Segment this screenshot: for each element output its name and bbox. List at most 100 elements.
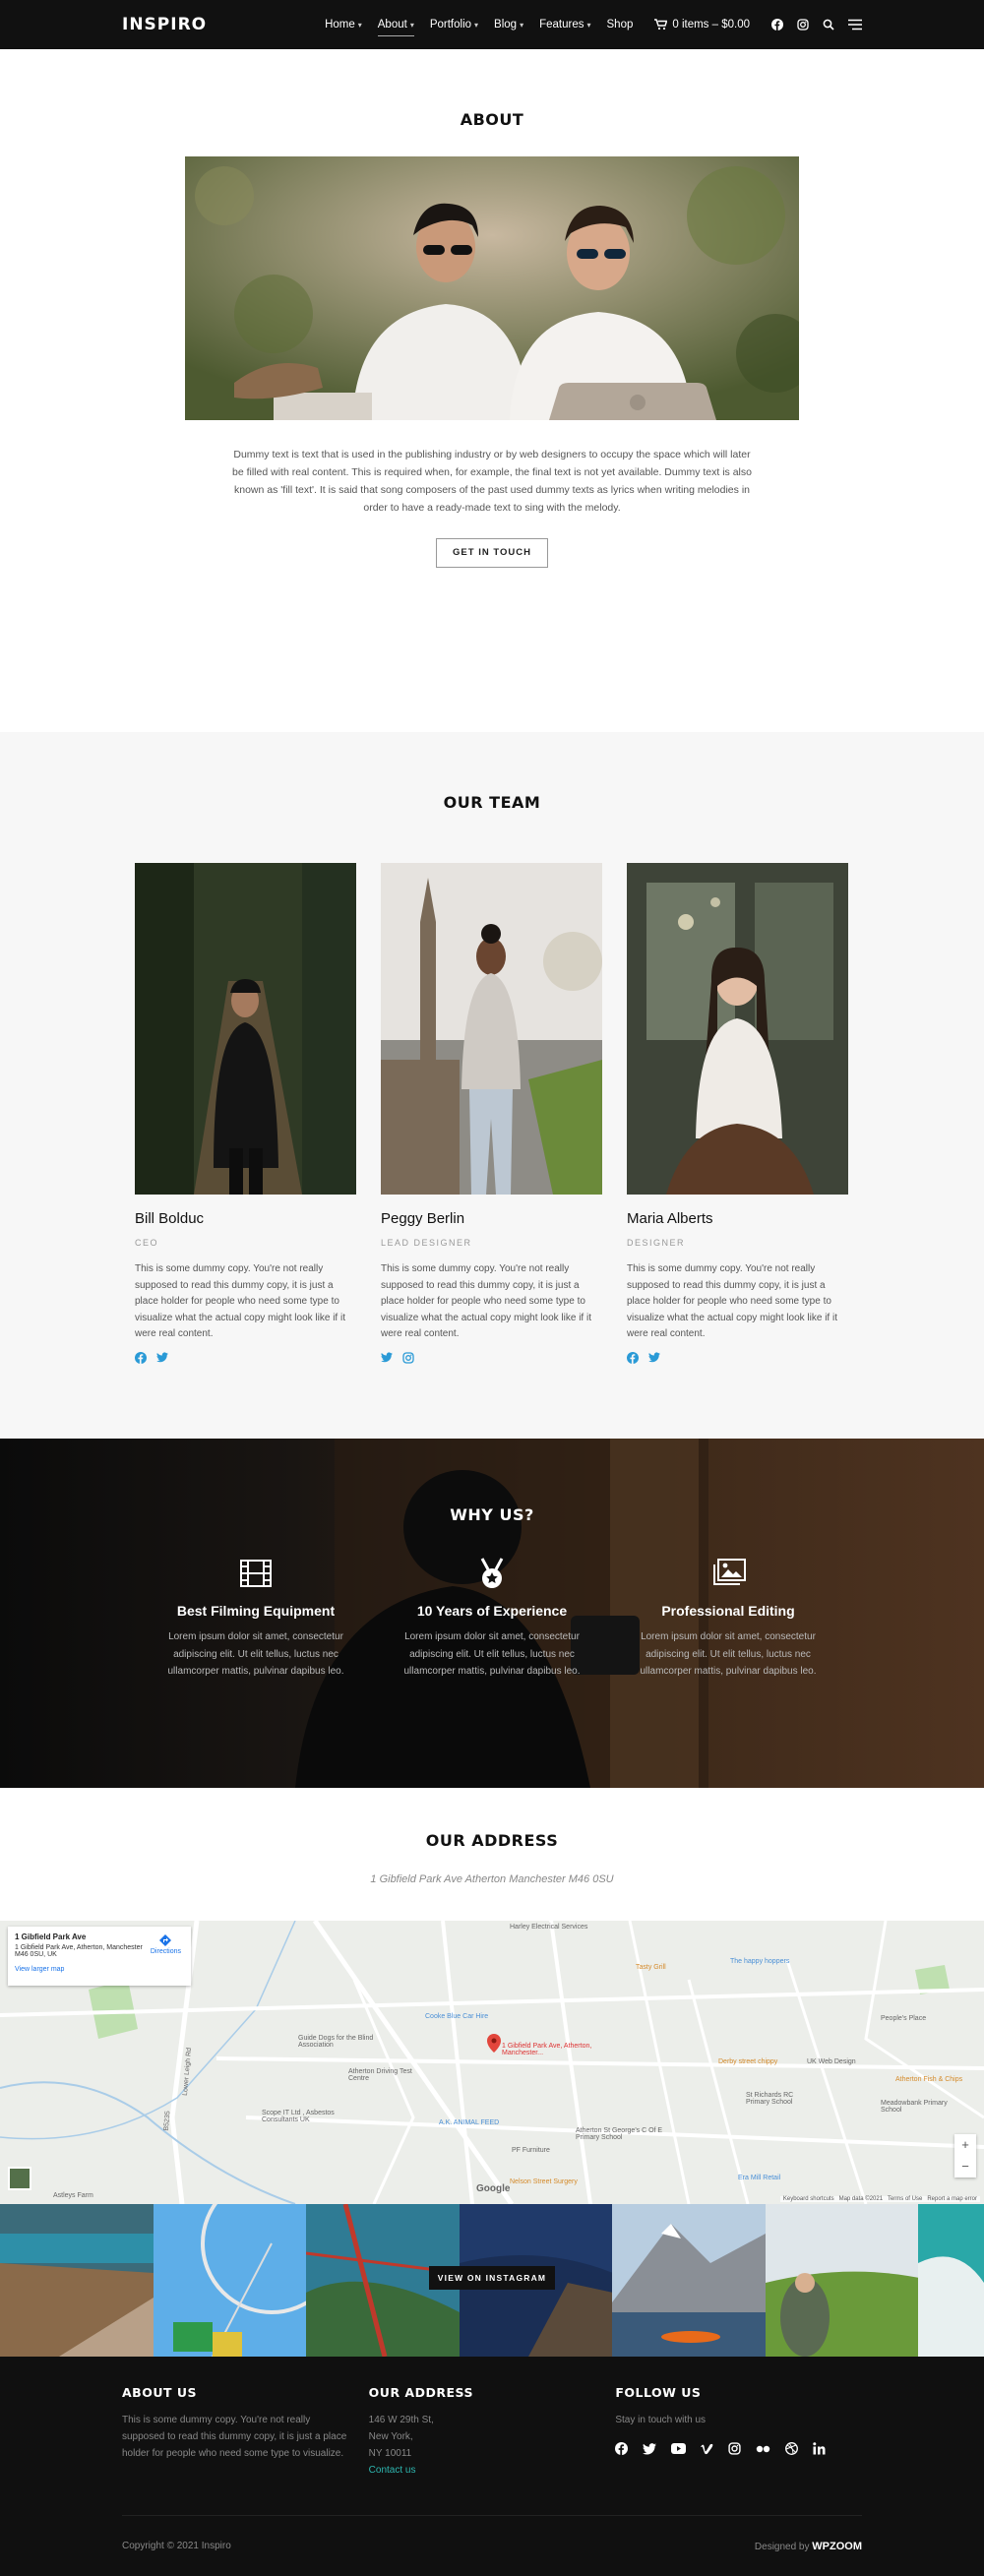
instagram-photo[interactable] bbox=[612, 2204, 766, 2357]
twitter-icon[interactable] bbox=[381, 1351, 393, 1363]
about-photo bbox=[185, 156, 799, 420]
feature-text: Lorem ipsum dolor sit amet, consectetur … bbox=[403, 1631, 581, 1677]
map-place-label: Meadowbank Primary School bbox=[881, 2100, 948, 2114]
team-member-role: DESIGNER bbox=[627, 1238, 686, 1248]
why-us-section: WHY US? Best Filming Equipment Lorem ips… bbox=[0, 1439, 984, 1788]
facebook-icon[interactable] bbox=[135, 1351, 147, 1364]
instagram-feed: VIEW ON INSTAGRAM bbox=[0, 2204, 984, 2357]
instagram-photo[interactable] bbox=[153, 2204, 306, 2357]
flickr-icon[interactable] bbox=[756, 2445, 770, 2453]
directions-label: Directions bbox=[150, 1948, 181, 1955]
team-title: OUR TEAM bbox=[443, 793, 541, 812]
feature-title: Professional Editing bbox=[661, 1603, 795, 1619]
instagram-icon[interactable] bbox=[402, 1351, 414, 1364]
designer-link[interactable]: WPZOOM bbox=[812, 2541, 862, 2552]
menu-icon[interactable] bbox=[848, 19, 862, 31]
feature-item: Best Filming Equipment Lorem ipsum dolor… bbox=[147, 1558, 365, 1681]
copyright-text: Copyright © 2021 Inspiro bbox=[122, 2541, 231, 2551]
vimeo-icon[interactable] bbox=[701, 2443, 713, 2455]
map-card-address: 1 Gibfield Park Ave, Atherton, Mancheste… bbox=[15, 1944, 143, 1958]
team-member-card: Peggy Berlin LEAD DESIGNER This is some … bbox=[381, 863, 602, 1364]
footer-bottom: Copyright © 2021 Inspiro Designed by WPZ… bbox=[122, 2515, 862, 2576]
map-place-label: Tasty Grill bbox=[636, 1964, 666, 1971]
view-on-instagram-button[interactable]: VIEW ON INSTAGRAM bbox=[429, 2266, 555, 2290]
contact-us-link[interactable]: Contact us bbox=[369, 2462, 616, 2479]
dribbble-icon[interactable] bbox=[785, 2442, 799, 2455]
team-member-card: Bill Bolduc CEO This is some dummy copy.… bbox=[135, 863, 356, 1364]
site-footer: ABOUT US This is some dummy copy. You're… bbox=[0, 2357, 984, 2576]
nav-item-about[interactable]: About ▾ bbox=[370, 19, 422, 36]
facebook-icon[interactable] bbox=[615, 2442, 629, 2455]
nav-item-shop[interactable]: Shop bbox=[599, 19, 642, 31]
nav-label: Portfolio bbox=[429, 19, 472, 31]
google-map[interactable]: 1 Gibfield Park Ave 1 Gibfield Park Ave,… bbox=[0, 1921, 984, 2204]
instagram-photo[interactable] bbox=[918, 2204, 984, 2357]
instagram-photo[interactable] bbox=[765, 2204, 918, 2357]
team-grid: Bill Bolduc CEO This is some dummy copy.… bbox=[135, 863, 849, 1364]
team-member-bio: This is some dummy copy. You're not real… bbox=[135, 1263, 345, 1339]
nav-item-features[interactable]: Features ▾ bbox=[531, 19, 598, 31]
cart-link[interactable]: 0 items – $0.00 bbox=[646, 19, 758, 31]
nav-item-home[interactable]: Home ▾ bbox=[317, 19, 370, 31]
get-in-touch-button[interactable]: GET IN TOUCH bbox=[436, 538, 548, 568]
team-member-photo bbox=[627, 863, 848, 1195]
twitter-icon[interactable] bbox=[156, 1351, 168, 1363]
footer-social-icons bbox=[615, 2442, 862, 2455]
team-section: OUR TEAM Bill Bolduc CEO This is some du… bbox=[0, 732, 984, 1439]
map-pin-label: 1 Gibfield Park Ave, Atherton, Mancheste… bbox=[502, 2043, 592, 2056]
instagram-icon[interactable] bbox=[797, 19, 809, 31]
cart-icon bbox=[654, 19, 668, 31]
address-line: 146 W 29th St, bbox=[368, 2415, 434, 2425]
zoom-out-button[interactable]: − bbox=[954, 2156, 976, 2177]
images-icon bbox=[713, 1559, 746, 1585]
map-place-label: Era Mill Retail bbox=[738, 2175, 781, 2181]
feature-item: 10 Years of Experience Lorem ipsum dolor… bbox=[383, 1558, 601, 1681]
chevron-down-icon: ▾ bbox=[409, 21, 414, 30]
nav-label: Home bbox=[325, 19, 355, 31]
map-place-label: UK Web Design bbox=[807, 2058, 856, 2065]
directions-button[interactable]: Directions bbox=[151, 1934, 181, 1955]
team-member-role: CEO bbox=[135, 1238, 159, 1248]
features-grid: Best Filming Equipment Lorem ipsum dolor… bbox=[0, 1558, 984, 1681]
instagram-photo[interactable] bbox=[0, 2204, 154, 2357]
designed-by: Designed by WPZOOM bbox=[755, 2541, 862, 2552]
google-logo: Google bbox=[476, 2183, 511, 2194]
about-section: ABOUT Dummy text is text that is used in… bbox=[0, 49, 984, 732]
address-title: OUR ADDRESS bbox=[425, 1831, 559, 1850]
footer-about: ABOUT US This is some dummy copy. You're… bbox=[122, 2385, 369, 2479]
nav-item-portfolio[interactable]: Portfolio ▾ bbox=[422, 19, 486, 31]
footer-about-text: This is some dummy copy. You're not real… bbox=[122, 2415, 347, 2459]
address-line: New York, bbox=[368, 2431, 413, 2442]
keyboard-shortcuts-link[interactable]: Keyboard shortcuts bbox=[783, 2196, 834, 2202]
satellite-toggle[interactable] bbox=[8, 2167, 31, 2190]
terms-link[interactable]: Terms of Use bbox=[888, 2196, 922, 2202]
map-place-label: Scope IT Ltd , Asbestos Consultants UK bbox=[262, 2110, 335, 2123]
site-logo[interactable]: INSPIRO bbox=[122, 15, 207, 34]
main-nav: Home ▾ About ▾ Portfolio ▾ Blog ▾ Features ▾ … bbox=[317, 19, 862, 36]
facebook-icon[interactable] bbox=[627, 1351, 639, 1364]
nav-item-blog[interactable]: Blog ▾ bbox=[486, 19, 531, 31]
nav-label: Features bbox=[539, 19, 584, 31]
map-place-label: Atherton St George's C Of E Primary Scho… bbox=[576, 2127, 663, 2141]
cart-summary: 0 items – $0.00 bbox=[672, 19, 750, 31]
instagram-icon[interactable] bbox=[728, 2442, 741, 2455]
view-larger-map-link[interactable]: View larger map bbox=[15, 1966, 184, 1973]
map-place-label: People's Place bbox=[881, 2015, 927, 2022]
footer-follow-text: Stay in touch with us bbox=[615, 2415, 707, 2425]
zoom-in-button[interactable]: + bbox=[954, 2134, 976, 2156]
team-member-name: Bill Bolduc bbox=[135, 1210, 205, 1227]
linkedin-icon[interactable] bbox=[813, 2442, 826, 2455]
footer-follow: FOLLOW US Stay in touch with us bbox=[615, 2385, 862, 2479]
team-member-photo bbox=[135, 863, 356, 1195]
search-icon[interactable] bbox=[823, 19, 834, 31]
feature-text: Lorem ipsum dolor sit amet, consectetur … bbox=[167, 1631, 344, 1677]
facebook-icon[interactable] bbox=[771, 19, 783, 31]
youtube-icon[interactable] bbox=[671, 2443, 687, 2454]
report-error-link[interactable]: Report a map error bbox=[927, 2196, 977, 2202]
twitter-icon[interactable] bbox=[648, 1351, 660, 1363]
chevron-down-icon: ▾ bbox=[474, 21, 479, 30]
zoom-controls: + − bbox=[954, 2134, 976, 2177]
twitter-icon[interactable] bbox=[643, 2442, 657, 2455]
footer-follow-title: FOLLOW US bbox=[615, 2385, 702, 2400]
map-place-label: Cooke Blue Car Hire bbox=[425, 2013, 489, 2020]
